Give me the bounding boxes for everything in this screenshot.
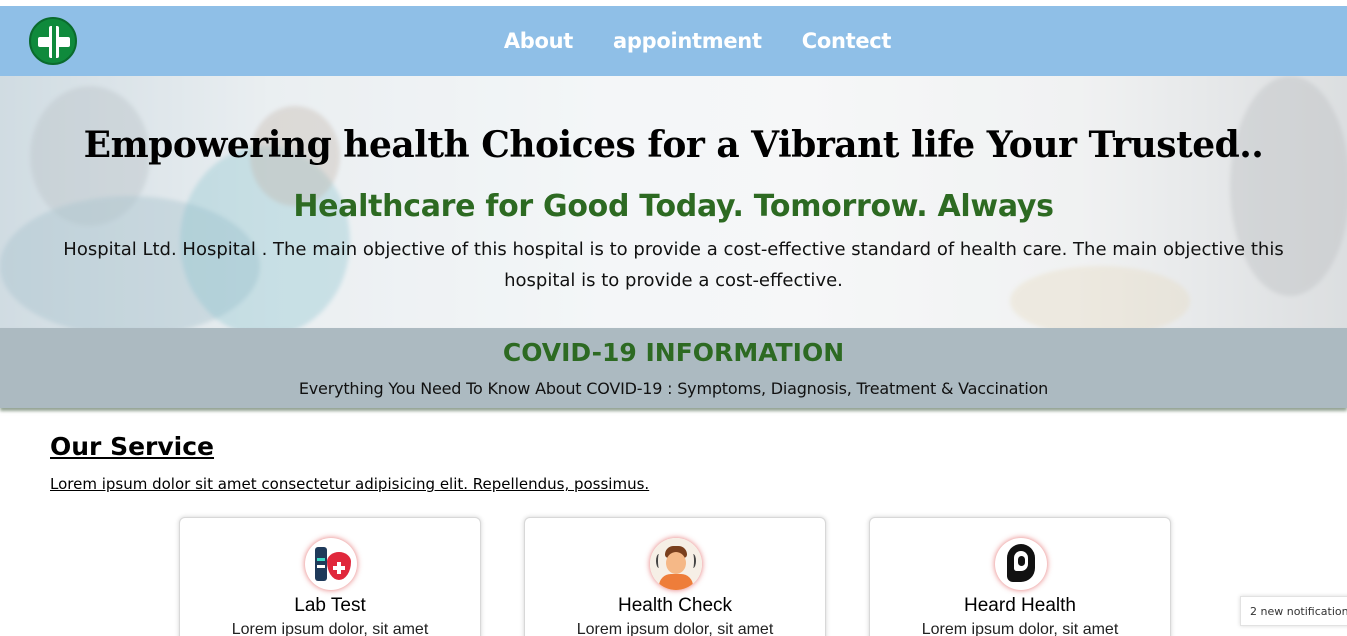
nav-link-about[interactable]: About bbox=[504, 29, 574, 53]
nav-link-contect[interactable]: Contect bbox=[802, 29, 892, 53]
card-title: Heard Health bbox=[964, 595, 1076, 616]
services-description: Lorem ipsum dolor sit amet consectetur a… bbox=[50, 475, 650, 493]
hero-body: Hospital Ltd. Hospital . The main object… bbox=[63, 239, 1284, 291]
service-card-heard-health[interactable]: Heard Health Lorem ipsum dolor, sit amet bbox=[869, 517, 1171, 636]
covid-title: COVID-19 INFORMATION bbox=[502, 338, 845, 367]
card-text: Lorem ipsum dolor, sit amet bbox=[576, 621, 774, 636]
service-card-lab-test[interactable]: Lab Test Lorem ipsum dolor, sit amet bbox=[179, 517, 481, 636]
covid-subtitle: Everything You Need To Know About COVID-… bbox=[298, 379, 1049, 398]
navbar: About appointment Contect bbox=[0, 6, 1347, 76]
hero-banner: Empowering health Choices for a Vibrant … bbox=[0, 76, 1347, 328]
nav-links: About appointment Contect bbox=[0, 6, 1347, 76]
card-text: Lorem ipsum dolor, sit amet bbox=[231, 621, 429, 636]
service-card-health-check[interactable]: Health Check Lorem ipsum dolor, sit amet bbox=[524, 517, 826, 636]
card-title: Health Check bbox=[617, 595, 733, 616]
services-heading: Our Service bbox=[50, 432, 215, 461]
nav-link-appointment[interactable]: appointment bbox=[613, 29, 762, 53]
hero-subtitle: Healthcare for Good Today. Tomorrow. Alw… bbox=[293, 189, 1054, 224]
lab-test-icon bbox=[305, 538, 357, 590]
hero-title: Empowering health Choices for a Vibrant … bbox=[83, 124, 1264, 166]
covid-info-band: COVID-19 INFORMATION Everything You Need… bbox=[0, 328, 1347, 408]
card-text: Lorem ipsum dolor, sit amet bbox=[921, 621, 1119, 636]
ear-icon bbox=[995, 538, 1047, 590]
notification-toast[interactable]: 2 new notification bbox=[1240, 596, 1347, 626]
health-check-icon bbox=[650, 538, 702, 590]
card-title: Lab Test bbox=[294, 595, 366, 616]
